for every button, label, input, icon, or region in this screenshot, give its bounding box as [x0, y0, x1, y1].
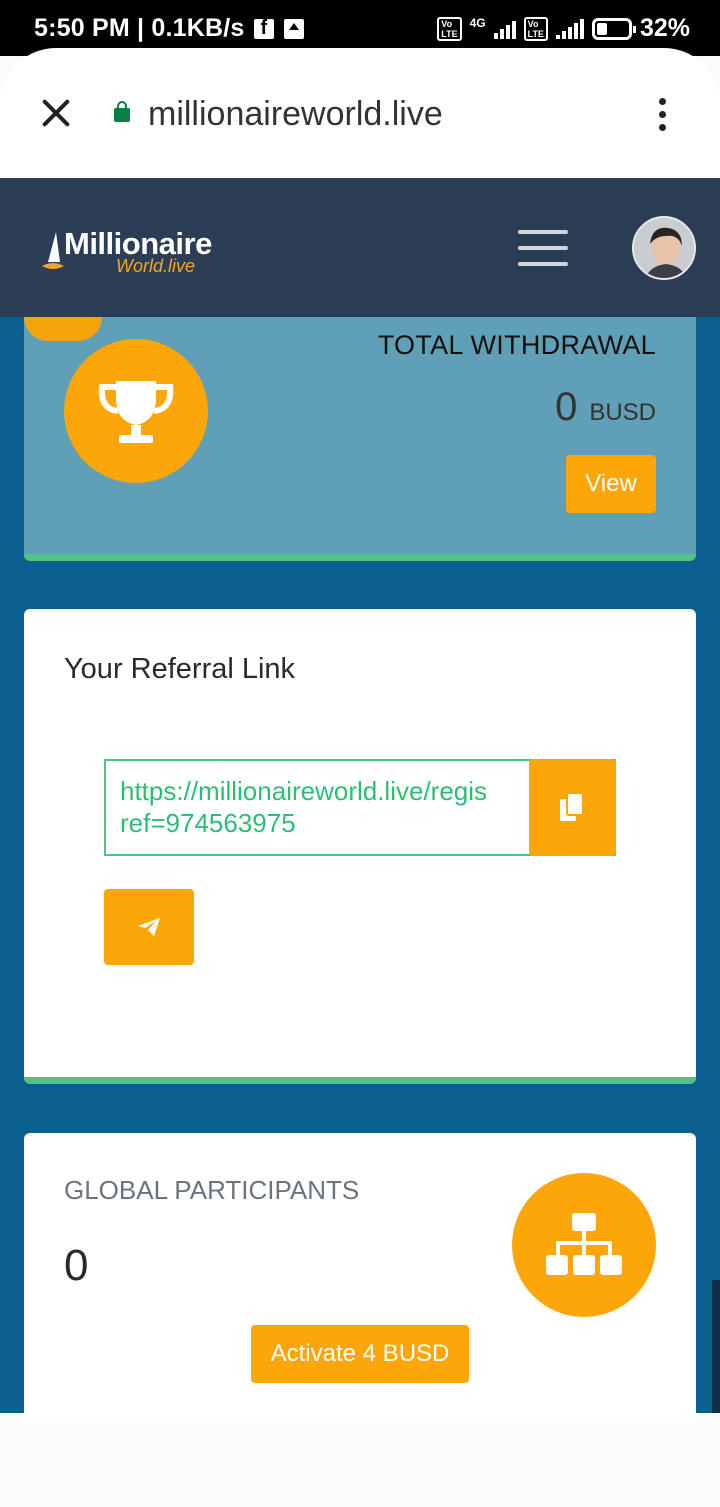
browser-toolbar: millionaireworld.live [0, 48, 720, 178]
site-navbar: Millionaire World.live [0, 178, 720, 317]
participants-card: GLOBAL PARTICIPANTS 0 Activate 4 BUSD [24, 1133, 696, 1423]
signal-icon [493, 19, 516, 39]
logo-subtitle: World.live [116, 256, 196, 276]
site-logo[interactable]: Millionaire World.live [40, 226, 240, 280]
withdrawal-amount: 0 BUSD [555, 385, 656, 430]
withdrawal-unit: BUSD [589, 399, 656, 426]
more-vert-icon[interactable] [658, 98, 668, 132]
sitemap-badge [512, 1173, 656, 1317]
copy-button[interactable] [529, 759, 616, 856]
signal-icon-2 [555, 18, 584, 39]
referral-title: Your Referral Link [64, 653, 296, 685]
copy-icon [559, 791, 584, 821]
logo-sail-icon [42, 232, 64, 269]
participants-value: 0 [64, 1241, 89, 1290]
telegram-icon [138, 918, 160, 936]
withdrawal-title: TOTAL WITHDRAWAL [377, 330, 656, 360]
battery-percent: 32% [639, 14, 690, 42]
withdrawal-value: 0 [555, 385, 578, 429]
lock-icon[interactable] [114, 101, 130, 122]
withdrawal-card: TOTAL WITHDRAWAL 0 BUSD View [24, 317, 696, 561]
status-time: 5:50 PM | 0.1KB/s [34, 14, 245, 42]
network-type: 4G [469, 15, 486, 30]
referral-card: Your Referral Link https://millionairewo… [24, 609, 696, 1084]
avatar-image [634, 218, 694, 278]
sitemap-icon [546, 1213, 622, 1275]
view-button[interactable]: View [566, 455, 656, 513]
upload-icon [284, 18, 305, 39]
participants-title: GLOBAL PARTICIPANTS [64, 1175, 360, 1205]
status-left: 5:50 PM | 0.1KB/s [34, 14, 305, 43]
trophy-icon [98, 381, 174, 443]
volte-icon: Vo LTE [437, 16, 462, 41]
trophy-badge [64, 339, 208, 483]
telegram-share-button[interactable] [104, 889, 194, 965]
activate-button[interactable]: Activate 4 BUSD [251, 1325, 469, 1383]
scroll-indicator[interactable] [712, 1280, 720, 1413]
volte-icon-2: Vo LTE [523, 16, 548, 41]
menu-icon[interactable] [518, 230, 568, 266]
decorative-blob [24, 317, 102, 341]
address-bar[interactable]: millionaireworld.live [148, 95, 443, 134]
status-right: Vo LTE 4G Vo LTE 32% [437, 14, 690, 43]
close-icon[interactable] [40, 97, 72, 129]
facebook-icon [254, 17, 275, 40]
avatar[interactable] [632, 216, 696, 280]
battery-icon [591, 17, 636, 40]
main-content: TOTAL WITHDRAWAL 0 BUSD View Your Referr… [0, 317, 720, 1423]
